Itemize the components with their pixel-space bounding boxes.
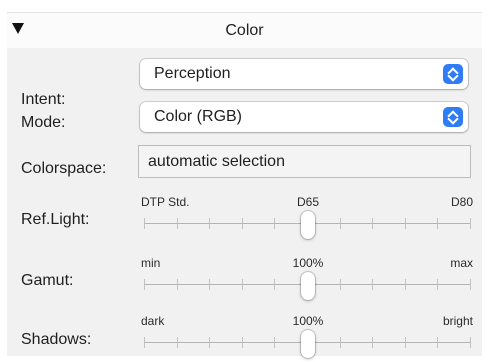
ref-light-mid-label: D65 [296,195,320,209]
slider-tick [274,218,275,229]
slider-knob[interactable] [301,211,315,239]
section-title: Color [225,22,264,39]
slider-tick [372,279,373,290]
slider-tick [242,337,243,348]
ref-light-min-label: DTP Std. [141,195,190,209]
gamut-slider[interactable]: min 100% max [141,256,473,304]
slider-tick [405,337,406,348]
slider-tick [437,337,438,348]
slider-tick [177,218,178,229]
gamut-min-label: min [141,256,161,270]
slider-tick [437,279,438,290]
intent-value: Perception [154,65,231,82]
colorspace-value: automatic selection [148,153,285,170]
colorspace-label: Colorspace: [21,160,107,177]
slider-tick [144,218,145,229]
shadows-slider[interactable]: dark 100% bright [141,314,473,362]
slider-tick [209,279,210,290]
slider-tick [340,337,341,348]
mode-value: Color (RGB) [154,108,243,125]
ref-light-slider[interactable]: DTP Std. D65 D80 [141,195,473,243]
top-strip [0,0,488,12]
colorspace-field: automatic selection [138,145,471,178]
gamut-max-label: max [450,256,473,270]
slider-tick [209,337,210,348]
slider-tick [437,218,438,229]
slider-tick [372,337,373,348]
slider-tick [340,279,341,290]
shadows-min-label: dark [141,314,165,328]
color-section-header[interactable]: Color [7,12,482,50]
ref-light-max-label: D80 [450,195,473,209]
mode-popup[interactable]: Color (RGB) [140,102,468,132]
slider-tick [209,218,210,229]
slider-tick [274,279,275,290]
shadows-mid-label: 100% [292,314,324,328]
shadows-label: Shadows: [21,331,92,348]
gamut-label: Gamut: [21,272,74,289]
slider-knob[interactable] [301,272,315,300]
intent-popup[interactable]: Perception [140,59,468,89]
slider-tick [470,218,471,229]
slider-tick [405,218,406,229]
slider-knob[interactable] [301,330,315,358]
ref-light-label: Ref.Light: [21,211,90,228]
slider-tick [405,279,406,290]
slider-tick [144,337,145,348]
slider-tick [470,279,471,290]
up-down-chevron-icon[interactable] [443,64,463,84]
up-down-chevron-icon[interactable] [443,107,463,127]
slider-tick [242,218,243,229]
mode-label: Mode: [21,114,66,131]
shadows-max-label: bright [442,314,473,328]
slider-tick [242,279,243,290]
intent-label: Intent: [21,91,66,108]
slider-tick [340,218,341,229]
slider-tick [177,279,178,290]
slider-tick [144,279,145,290]
slider-tick [470,337,471,348]
slider-tick [372,218,373,229]
slider-tick [274,337,275,348]
slider-tick [177,337,178,348]
gamut-mid-label: 100% [292,256,324,270]
